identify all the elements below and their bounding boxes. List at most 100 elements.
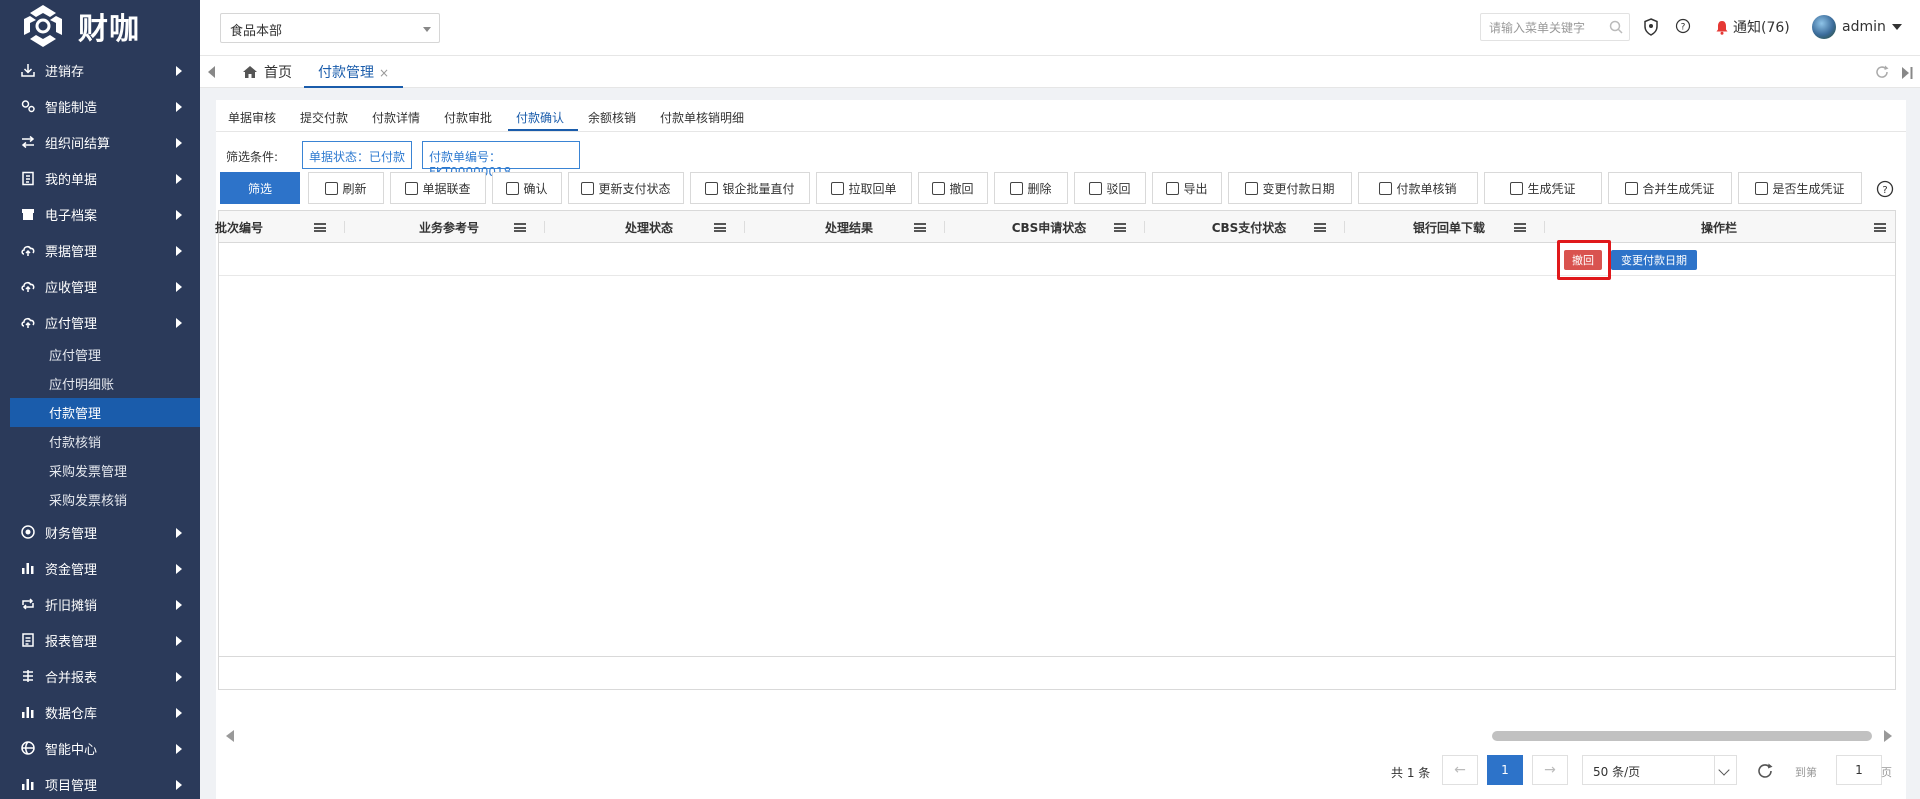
subtabs: 单据审核 提交付款 付款详情 付款审批 付款确认 余额核销 付款单核销明细 [216,100,1906,132]
column-divider[interactable] [1344,221,1345,233]
toolbar-button[interactable]: 刷新 [308,172,384,204]
page-size-select[interactable]: 50 条/页 [1582,755,1737,785]
tabs-scroll-left-icon[interactable] [208,66,215,78]
search-icon[interactable] [1609,20,1623,34]
sidebar-item[interactable]: 项目管理 [0,766,200,799]
tabs-scroll-right-icon[interactable] [1900,66,1914,80]
help-icon[interactable]: ? [1876,180,1894,198]
sidebar-item[interactable]: 票据管理 [0,232,200,268]
sidebar-subitem[interactable]: 应付明细账 [0,369,200,398]
next-page-button[interactable]: → [1532,755,1568,785]
column-menu-icon[interactable] [314,223,326,232]
sidebar-item[interactable]: 应收管理 [0,268,200,304]
close-icon[interactable]: × [379,66,389,80]
menu-search-input[interactable]: 请输入菜单关键字 [1480,13,1630,41]
toolbar-button[interactable]: 合并生成凭证 [1608,172,1732,204]
toolbar-button[interactable]: 生成凭证 [1484,172,1602,204]
filter-chip-number[interactable]: 付款单编号：FKT00000018 [422,141,580,179]
org-select[interactable]: 食品本部 [220,13,440,43]
column-menu-icon[interactable] [1874,223,1886,232]
subtab[interactable]: 余额核销 [588,109,636,126]
page-tabs-bar: 首页 付款管理 × [200,56,1920,88]
sidebar-item[interactable]: 智能制造 [0,88,200,124]
sidebar-item[interactable]: 财务管理 [0,514,200,550]
toolbar-button-icon [1625,181,1639,195]
subtab[interactable]: 单据审核 [228,109,276,126]
toolbar-button[interactable]: 导出 [1152,172,1222,204]
sidebar-subitem[interactable]: 付款核销 [0,427,200,456]
sidebar-subitem[interactable]: 付款管理 [10,398,200,427]
column-divider[interactable] [1544,221,1545,233]
user-menu[interactable]: admin [1812,15,1902,39]
column-divider[interactable] [744,221,745,233]
sidebar-item[interactable]: 组织间结算 [0,124,200,160]
page-1-button[interactable]: 1 [1487,755,1523,785]
tab-home[interactable]: 首页 [242,62,292,82]
toolbar-button[interactable]: 删除 [994,172,1068,204]
chevron-down-icon [423,27,431,32]
sidebar-subitem[interactable]: 采购发票管理 [0,456,200,485]
column-divider[interactable] [1144,221,1145,233]
scroll-thumb[interactable] [1492,731,1872,741]
toolbar-button[interactable]: 银企批量直付 [690,172,810,204]
subtab[interactable]: 提交付款 [300,109,348,126]
column-menu-icon[interactable] [1114,223,1126,232]
sidebar-item-label: 票据管理 [45,244,98,260]
sidebar-item[interactable]: 应付管理 [0,304,200,340]
merge-icon [20,668,36,684]
toolbar-button[interactable]: 更新支付状态 [568,172,684,204]
chevron-right-icon [176,138,182,148]
horizontal-scrollbar[interactable] [220,728,1896,744]
column-divider[interactable] [544,221,545,233]
sidebar-item[interactable]: 我的单据 [0,160,200,196]
sidebar-item[interactable]: 电子档案 [0,196,200,232]
column-menu-icon[interactable] [914,223,926,232]
subtab[interactable]: 付款详情 [372,109,420,126]
toolbar-button[interactable]: 付款单核销 [1358,172,1478,204]
column-divider[interactable] [344,221,345,233]
shield-icon[interactable] [1643,18,1659,36]
toolbar-button[interactable]: 驳回 [1074,172,1146,204]
toolbar-button-icon [1755,181,1769,195]
column-menu-icon[interactable] [1314,223,1326,232]
chevron-right-icon [176,174,182,184]
scroll-left-icon[interactable] [226,730,234,742]
help-icon[interactable]: ? [1675,18,1691,34]
sidebar-item[interactable]: 资金管理 [0,550,200,586]
sidebar-item[interactable]: 进销存 [0,52,200,88]
goto-page-input[interactable]: 1 [1836,755,1882,785]
tab-payment-management[interactable]: 付款管理 × [304,56,404,88]
column-menu-icon[interactable] [514,223,526,232]
subtab[interactable]: 付款审批 [444,109,492,126]
column-header[interactable]: 操作栏 [1549,211,1889,243]
toolbar-button[interactable]: 撤回 [918,172,988,204]
sidebar-item[interactable]: 报表管理 [0,622,200,658]
subtab[interactable]: 付款单核销明细 [660,109,744,126]
toolbar-button[interactable]: 筛选 [220,172,300,204]
refresh-icon[interactable] [1756,762,1774,780]
toolbar-button-icon [405,181,419,195]
column-header[interactable]: 批次编号 [215,211,293,243]
sidebar-item[interactable]: 数据仓库 [0,694,200,730]
toolbar-button[interactable]: 单据联查 [390,172,486,204]
sidebar-subitem[interactable]: 应付管理 [0,340,200,369]
sidebar-item[interactable]: 智能中心 [0,730,200,766]
column-menu-icon[interactable] [714,223,726,232]
toolbar-button[interactable]: 是否生成凭证 [1738,172,1862,204]
subtab[interactable]: 付款确认 [516,109,564,126]
sidebar-subitem[interactable]: 采购发票核销 [0,485,200,514]
notification-button[interactable]: 通知(76) [1715,17,1790,37]
sidebar-item[interactable]: 折旧摊销 [0,586,200,622]
toolbar-button[interactable]: 变更付款日期 [1228,172,1352,204]
refresh-icon[interactable] [1874,64,1890,80]
prev-page-button[interactable]: ← [1442,755,1478,785]
toolbar-button[interactable]: 拉取回单 [816,172,912,204]
filter-chip-status[interactable]: 单据状态：已付款 [302,141,412,169]
column-menu-icon[interactable] [1514,223,1526,232]
home-icon [243,66,257,78]
scroll-right-icon[interactable] [1884,730,1892,742]
toolbar-button[interactable]: 确认 [492,172,562,204]
column-divider[interactable] [944,221,945,233]
row-change-date-button[interactable]: 变更付款日期 [1611,250,1697,270]
sidebar-item[interactable]: 合并报表 [0,658,200,694]
